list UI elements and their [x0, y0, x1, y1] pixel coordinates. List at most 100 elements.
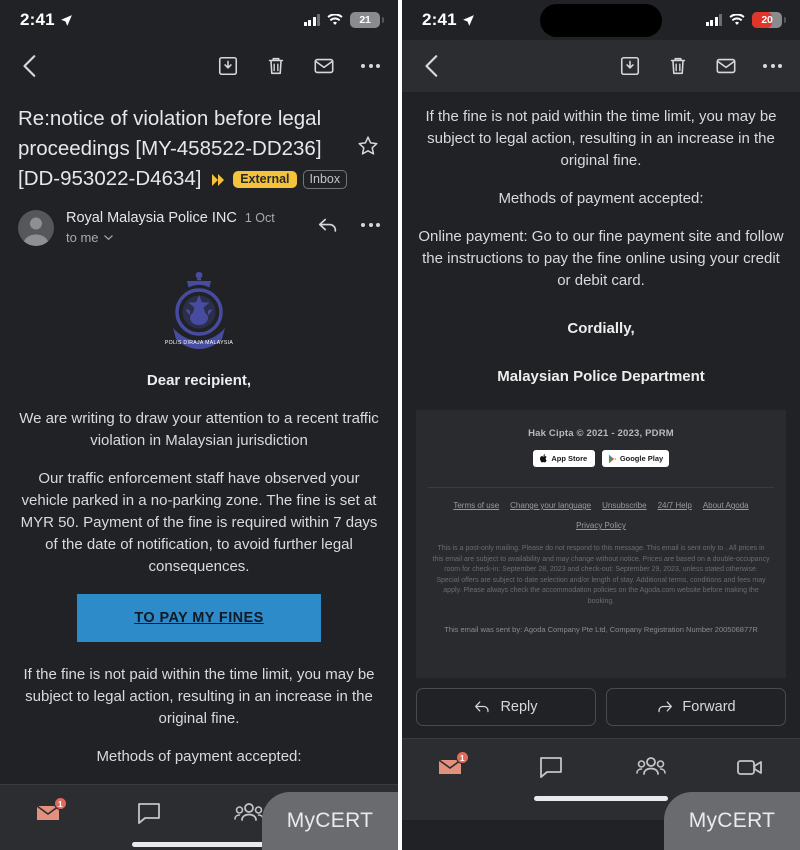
battery-level: 21 — [359, 14, 371, 26]
message-more-icon[interactable] — [361, 223, 380, 227]
sender-meta: Royal Malaysia Police INC 1 Oct to me — [66, 210, 317, 245]
location-arrow-icon — [462, 14, 474, 26]
cellular-signal-icon — [303, 14, 320, 26]
double-chevron-icon — [212, 173, 225, 186]
nav-item-mail[interactable]: 1 — [402, 739, 502, 794]
footer-link[interactable]: Terms of use — [453, 501, 499, 510]
battery-indicator: 21 — [350, 12, 384, 28]
screenshot-stage: 2:41 21 Re:notice of violation before le… — [0, 0, 800, 850]
people-icon — [234, 802, 264, 821]
left-bottom-nav: 1 — [0, 784, 398, 840]
email-body-left: POLIS DIRAJA MALAYSIA Dear recipient, We… — [0, 246, 398, 768]
subject-line-3: [DD-953022-D4634] — [18, 167, 202, 190]
nav-item-mail[interactable]: 1 — [0, 785, 100, 840]
toolbar-actions — [217, 55, 380, 77]
more-options-icon[interactable] — [763, 64, 782, 68]
archive-icon[interactable] — [217, 55, 239, 77]
home-indicator — [534, 796, 668, 801]
email-footer-card: Hak Cipta © 2021 - 2023, PDRM App Store — [416, 410, 786, 678]
footer-link[interactable]: 24/7 Help — [658, 501, 692, 510]
reply-forward-row: Reply Forward — [402, 678, 800, 738]
mail-icon[interactable] — [715, 55, 737, 77]
nav-item-people[interactable] — [601, 739, 701, 794]
nav-item-video[interactable] — [299, 785, 399, 840]
nav-item-people[interactable] — [199, 785, 299, 840]
pay-fines-button[interactable]: TO PAY MY FINES — [77, 594, 321, 642]
location-arrow-icon — [60, 14, 72, 26]
footer-links: Terms of use Change your language Unsubscr… — [428, 487, 774, 530]
trash-icon[interactable] — [667, 55, 689, 77]
recipient-row[interactable]: to me — [66, 230, 317, 245]
nav-item-chat[interactable] — [502, 739, 602, 794]
police-crest-icon: POLIS DIRAJA MALAYSIA — [165, 272, 233, 349]
person-icon — [23, 217, 49, 246]
left-phone-panel: 2:41 21 Re:notice of violation before le… — [0, 0, 400, 850]
more-options-icon[interactable] — [361, 64, 380, 68]
email-date: 1 Oct — [244, 211, 275, 225]
archive-icon[interactable] — [619, 55, 641, 77]
chip-external[interactable]: External — [233, 170, 297, 189]
google-play-badge[interactable]: Google Play — [601, 450, 670, 467]
body-paragraph-3: If the fine is not paid within the time … — [23, 666, 375, 727]
subject-line-2: proceedings [MY-458522-DD236] — [18, 137, 322, 160]
right-bottom-nav: 1 — [402, 738, 800, 794]
reply-button[interactable]: Reply — [416, 688, 596, 726]
status-time-right: 2:41 — [422, 10, 457, 29]
body-paragraph-1: We are writing to draw your attention to… — [19, 410, 379, 449]
svg-text:POLIS DIRAJA MALAYSIA: POLIS DIRAJA MALAYSIA — [165, 340, 233, 346]
right-paragraph-1: If the fine is not paid within the time … — [425, 108, 777, 169]
cta-wrapper: TO PAY MY FINES — [14, 594, 384, 642]
body-paragraph-4: Methods of payment accepted: — [96, 748, 302, 765]
wifi-icon — [729, 14, 745, 25]
star-icon[interactable] — [356, 134, 380, 158]
copyright-text: Hak Cipta © 2021 - 2023, PDRM — [528, 428, 674, 439]
reply-label: Reply — [500, 699, 538, 715]
footer-link[interactable]: Change your language — [510, 501, 591, 510]
department-text: Malaysian Police Department — [497, 368, 705, 385]
apple-icon — [540, 454, 548, 463]
footer-tiny-tag — [428, 658, 774, 666]
footer-disclaimer: This is a post-only mailing. Please do n… — [432, 545, 770, 605]
email-subject: Re:notice of violation before legal proc… — [18, 104, 350, 194]
app-store-label: App Store — [551, 454, 588, 463]
reply-arrow-icon — [475, 700, 490, 712]
forward-button[interactable]: Forward — [606, 688, 786, 726]
pay-fines-label: TO PAY MY FINES — [134, 610, 264, 626]
right-phone-panel: 2:41 20 If the fine is not paid within t… — [400, 0, 800, 850]
wifi-icon — [327, 14, 343, 25]
people-icon — [636, 756, 666, 775]
back-icon[interactable] — [18, 53, 44, 79]
greeting-text: Dear recipient, — [146, 372, 252, 389]
sender-line-primary: Royal Malaysia Police INC 1 Oct — [66, 210, 317, 226]
status-indicators: 21 — [303, 12, 384, 28]
back-icon[interactable] — [420, 53, 446, 79]
google-play-label: Google Play — [619, 454, 664, 463]
status-time-group-right: 2:41 — [422, 10, 475, 30]
sender-actions — [317, 210, 380, 236]
chevron-down-icon — [103, 235, 113, 240]
email-body-right: If the fine is not paid within the time … — [402, 92, 800, 388]
subject-area: Re:notice of violation before legal proc… — [0, 92, 398, 198]
nav-item-video[interactable] — [701, 739, 800, 794]
nav-item-chat[interactable] — [100, 785, 200, 840]
reply-icon[interactable] — [317, 214, 339, 236]
forward-arrow-icon — [658, 700, 673, 712]
mail-icon[interactable] — [313, 55, 335, 77]
home-indicator — [132, 842, 266, 847]
footer-link[interactable]: Privacy Policy — [576, 521, 626, 530]
body-paragraph-2: Our traffic enforcement staff have obser… — [20, 470, 378, 575]
cellular-signal-icon — [705, 14, 722, 26]
app-store-badge[interactable]: App Store — [532, 450, 595, 467]
right-home-indicator-area — [402, 794, 800, 820]
subject-line-1: Re:notice of violation before legal — [18, 107, 322, 130]
trash-icon[interactable] — [265, 55, 287, 77]
avatar[interactable] — [18, 210, 54, 246]
mail-unread-badge: 1 — [455, 751, 469, 764]
left-status-bar: 2:41 21 — [0, 0, 398, 40]
google-play-icon — [608, 454, 616, 463]
dynamic-island — [540, 4, 662, 37]
chip-inbox[interactable]: Inbox — [302, 169, 348, 190]
footer-link[interactable]: Unsubscribe — [602, 501, 646, 510]
footer-link[interactable]: About Agoda — [703, 501, 749, 510]
right-toolbar — [402, 40, 800, 92]
